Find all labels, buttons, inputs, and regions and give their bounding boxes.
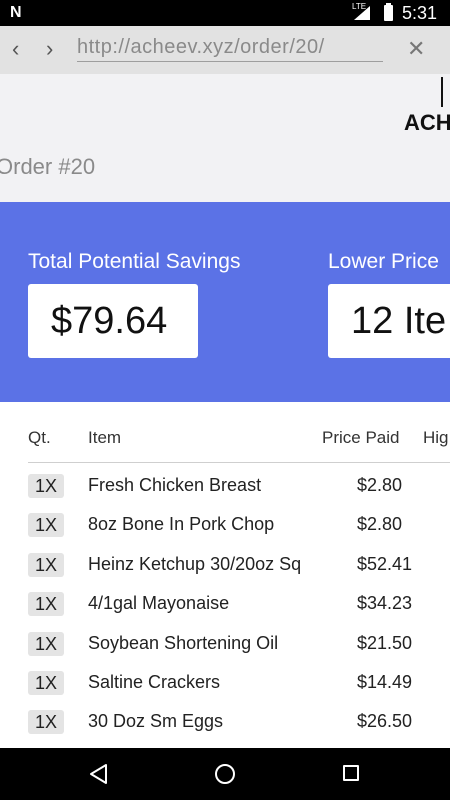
qty-badge: 1X <box>28 513 64 537</box>
table-divider <box>28 462 450 463</box>
home-circle-icon[interactable] <box>215 764 235 784</box>
table-row[interactable]: 1X Soybean Shortening Oil $21.50 <box>0 630 450 660</box>
forward-icon[interactable]: › <box>46 38 53 60</box>
item-price: $2.80 <box>357 514 403 534</box>
table-row[interactable]: 1X 4/1gal Mayonaise $34.23 <box>0 590 450 620</box>
column-header-high: Hig <box>423 428 449 447</box>
item-price: $21.50 <box>357 633 413 653</box>
item-name: 8oz Bone In Pork Chop <box>88 514 275 534</box>
url-input[interactable]: http://acheev.xyz/order/20/ <box>77 36 383 62</box>
item-price: $14.49 <box>357 672 413 692</box>
status-bar: N LTE 5:31 <box>0 0 450 26</box>
notification-icon: N <box>10 4 22 21</box>
table-row[interactable]: 1X Fresh Chicken Breast $2.80 <box>0 472 450 502</box>
lower-price-label: Lower Price <box>328 250 439 273</box>
table-row[interactable]: 1X Heinz Ketchup 30/20oz Sq $52.41 <box>0 551 450 581</box>
item-price: $2.80 <box>357 475 403 495</box>
order-title: Order #20 <box>0 154 96 179</box>
savings-banner: Total Potential Savings $79.64 Lower Pri… <box>0 202 450 402</box>
table-row[interactable]: 1X 8oz Bone In Pork Chop $2.80 <box>0 511 450 541</box>
signal-icon <box>354 6 370 20</box>
qty-badge: 1X <box>28 671 64 695</box>
system-nav-bar <box>0 748 450 800</box>
status-time: 5:31 <box>402 3 438 23</box>
column-header-item: Item <box>88 428 122 447</box>
savings-label: Total Potential Savings <box>28 250 241 273</box>
item-price: $52.41 <box>357 554 413 574</box>
item-name: 4/1gal Mayonaise <box>88 593 230 613</box>
qty-badge: 1X <box>28 592 64 616</box>
order-table: Qt. Item Price Paid Hig 1X Fresh Chicken… <box>0 402 450 748</box>
back-icon[interactable]: ‹ <box>12 38 19 60</box>
item-name: Fresh Chicken Breast <box>88 475 262 495</box>
battery-icon <box>384 3 393 21</box>
savings-value: $79.64 <box>28 284 198 358</box>
item-name: Heinz Ketchup 30/20oz Sq <box>88 554 302 574</box>
qty-badge: 1X <box>28 632 64 656</box>
lower-price-value: 12 Ite <box>328 284 450 358</box>
qty-badge: 1X <box>28 553 64 577</box>
page-content: ACH Order #20 Total Potential Savings $7… <box>0 74 450 748</box>
logo-text: ACH <box>404 110 450 135</box>
item-price: $34.23 <box>357 593 413 613</box>
recents-square-icon[interactable] <box>343 765 359 781</box>
qty-badge: 1X <box>28 710 64 734</box>
table-row[interactable]: 1X 30 Doz Sm Eggs $26.50 <box>0 708 450 738</box>
page-header: ACH Order #20 <box>0 74 450 202</box>
back-triangle-icon[interactable] <box>88 763 110 785</box>
close-icon[interactable]: ✕ <box>407 38 425 60</box>
column-header-qty: Qt. <box>28 428 51 447</box>
item-price: $26.50 <box>357 711 413 731</box>
column-header-price-paid: Price Paid <box>322 428 400 447</box>
item-name: 30 Doz Sm Eggs <box>88 711 224 731</box>
browser-url-bar: ‹ › http://acheev.xyz/order/20/ ✕ <box>0 26 450 74</box>
table-row[interactable]: 1X Saltine Crackers $14.49 <box>0 669 450 699</box>
item-name: Saltine Crackers <box>88 672 221 692</box>
item-name: Soybean Shortening Oil <box>88 633 279 653</box>
logo-mark <box>441 77 443 107</box>
qty-badge: 1X <box>28 474 64 498</box>
